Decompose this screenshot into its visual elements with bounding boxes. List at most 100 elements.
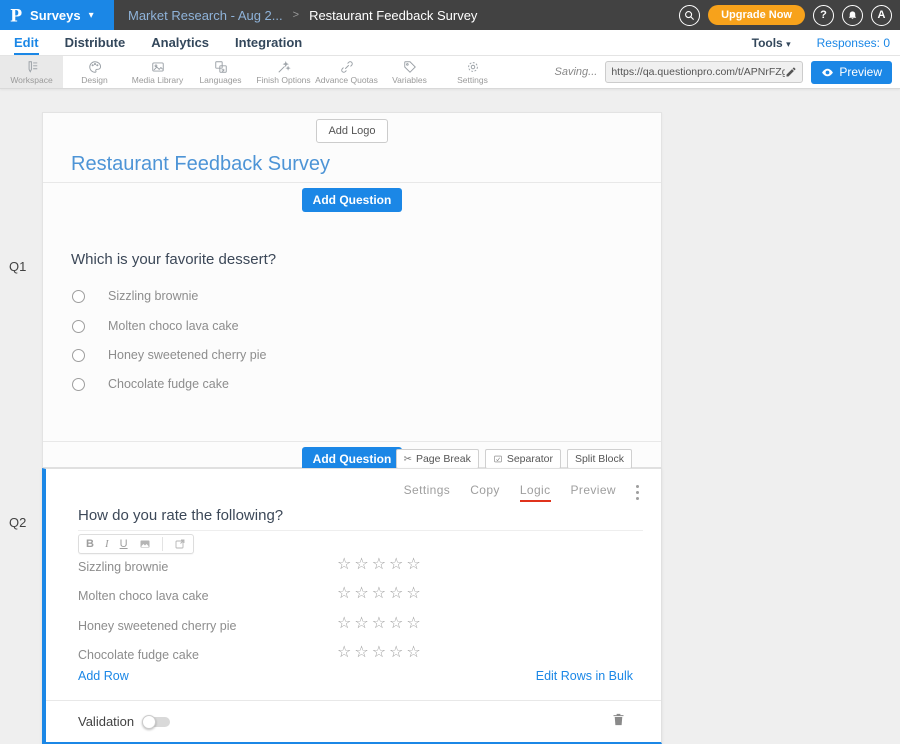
radio-button-icon[interactable] [72, 290, 85, 303]
q1-option-row: Sizzling brownie [72, 289, 198, 303]
edit-rows-in-bulk-link[interactable]: Edit Rows in Bulk [536, 669, 633, 683]
survey-title[interactable]: Restaurant Feedback Survey [71, 153, 330, 176]
q2-row-label[interactable]: Chocolate fudge cake [78, 648, 199, 662]
star-rating-row[interactable]: ☆☆☆☆☆ [337, 586, 424, 602]
q1-option-label[interactable]: Sizzling brownie [108, 289, 198, 303]
add-row-link[interactable]: Add Row [78, 669, 129, 683]
q2-logic-action[interactable]: Logic [520, 483, 551, 502]
breadcrumb-parent[interactable]: Market Research - Aug 2... [128, 8, 283, 23]
bold-button[interactable]: B [86, 538, 94, 550]
italic-button[interactable]: I [105, 538, 109, 550]
divider [43, 182, 661, 183]
saving-status: Saving... [555, 66, 598, 78]
account-avatar[interactable]: A [871, 5, 892, 26]
topbar-actions: Upgrade Now ? A [679, 5, 900, 26]
survey-block-card: Add Logo Restaurant Feedback Survey Add … [42, 112, 662, 468]
upgrade-now-button[interactable]: Upgrade Now [708, 5, 805, 25]
palette-icon [88, 60, 102, 74]
toolbar-item-variables[interactable]: Variables [378, 56, 441, 88]
chevron-down-icon: ▾ [786, 39, 791, 49]
star-rating-row[interactable]: ☆☆☆☆☆ [337, 557, 424, 573]
q2-row-label[interactable]: Sizzling brownie [78, 560, 168, 574]
toolbar-item-workspace[interactable]: Workspace [0, 56, 63, 88]
top-bar: P Surveys ▾ Market Research - Aug 2... >… [0, 0, 900, 30]
q2-row-label[interactable]: Molten choco lava cake [78, 589, 209, 603]
surveys-menu-label: Surveys [30, 8, 81, 23]
separator-icon [493, 454, 503, 464]
workspace-icon [25, 60, 39, 74]
toolbar-item-design[interactable]: Design [63, 56, 126, 88]
survey-url-input[interactable] [611, 66, 785, 78]
split-block-button[interactable]: Split Block [567, 449, 632, 469]
page-break-button[interactable]: ✂ Page Break [396, 449, 479, 469]
q2-action-menu: Settings Copy Logic Preview [404, 483, 639, 502]
star-rating-row[interactable]: ☆☆☆☆☆ [337, 616, 424, 632]
q2-margin-label: Q2 [9, 515, 26, 530]
q2-question-text[interactable]: How do you rate the following? [78, 507, 283, 524]
external-link-icon[interactable] [174, 538, 186, 550]
tab-edit[interactable]: Edit [14, 30, 39, 55]
q1-margin-label: Q1 [9, 259, 26, 274]
surveys-menu[interactable]: P Surveys ▾ [0, 0, 114, 30]
add-question-button-top[interactable]: Add Question [302, 188, 403, 212]
radio-button-icon[interactable] [72, 378, 85, 391]
chevron-down-icon: ▾ [89, 10, 94, 21]
question-input-underline [78, 530, 643, 531]
toolbar-item-advance-quotas[interactable]: Advance Quotas [315, 56, 378, 88]
block-actions: ✂ Page Break Separator Split Block [396, 449, 632, 469]
toolbar-item-finish-options[interactable]: Finish Options [252, 56, 315, 88]
q1-question-text[interactable]: Which is your favorite dessert? [71, 251, 276, 268]
validation-toggle[interactable] [142, 715, 172, 729]
question-mark-icon: ? [820, 9, 827, 21]
search-button[interactable] [679, 5, 700, 26]
tab-integration[interactable]: Integration [235, 30, 302, 55]
divider [46, 700, 661, 701]
gear-icon [466, 60, 480, 74]
add-logo-button[interactable]: Add Logo [316, 119, 387, 143]
breadcrumb-current: Restaurant Feedback Survey [309, 8, 477, 23]
q1-option-label[interactable]: Chocolate fudge cake [108, 377, 229, 391]
q2-row-label[interactable]: Honey sweetened cherry pie [78, 619, 236, 633]
delete-question-button[interactable] [611, 711, 627, 729]
breadcrumb-separator-icon: > [293, 9, 299, 21]
tab-analytics[interactable]: Analytics [151, 30, 209, 55]
translate-icon [214, 60, 228, 74]
survey-url-field[interactable] [605, 61, 803, 83]
toolbar-divider [162, 537, 163, 551]
text-format-toolbar: B I U [78, 534, 194, 554]
underline-button[interactable]: U [120, 538, 128, 550]
tools-dropdown[interactable]: Tools ▾ [752, 36, 791, 50]
image-icon [151, 60, 165, 74]
ribbon-right: Saving... Preview [555, 56, 900, 88]
more-options-icon[interactable] [636, 485, 639, 500]
responses-count[interactable]: Responses: 0 [817, 36, 890, 50]
q1-option-label[interactable]: Honey sweetened cherry pie [108, 348, 266, 362]
star-rating-row[interactable]: ☆☆☆☆☆ [337, 645, 424, 661]
edit-pencil-icon[interactable] [785, 66, 797, 78]
toolbar-item-settings[interactable]: Settings [441, 56, 504, 88]
q2-question-card: Settings Copy Logic Preview How do you r… [42, 468, 662, 744]
notifications-button[interactable] [842, 5, 863, 26]
search-icon [684, 10, 695, 21]
tab-distribute[interactable]: Distribute [65, 30, 126, 55]
chain-link-icon [340, 60, 354, 74]
q2-copy-action[interactable]: Copy [470, 483, 500, 502]
avatar-letter: A [878, 9, 886, 21]
radio-button-icon[interactable] [72, 320, 85, 333]
toolbar-item-media-library[interactable]: Media Library [126, 56, 189, 88]
preview-button[interactable]: Preview [811, 61, 892, 84]
toolbar-item-languages[interactable]: Languages [189, 56, 252, 88]
validation-label: Validation [78, 714, 134, 729]
q2-preview-action[interactable]: Preview [571, 483, 616, 502]
scissors-icon: ✂ [404, 454, 412, 465]
help-button[interactable]: ? [813, 5, 834, 26]
radio-button-icon[interactable] [72, 349, 85, 362]
q2-settings-action[interactable]: Settings [404, 483, 451, 502]
q1-option-label[interactable]: Molten choco lava cake [108, 319, 239, 333]
separator-button[interactable]: Separator [485, 449, 561, 469]
questionpro-logo-icon: P [10, 5, 22, 25]
insert-image-icon[interactable] [139, 538, 151, 550]
questionpro-survey-editor: P Surveys ▾ Market Research - Aug 2... >… [0, 0, 900, 744]
trash-icon [611, 711, 626, 728]
bell-icon [847, 10, 858, 21]
